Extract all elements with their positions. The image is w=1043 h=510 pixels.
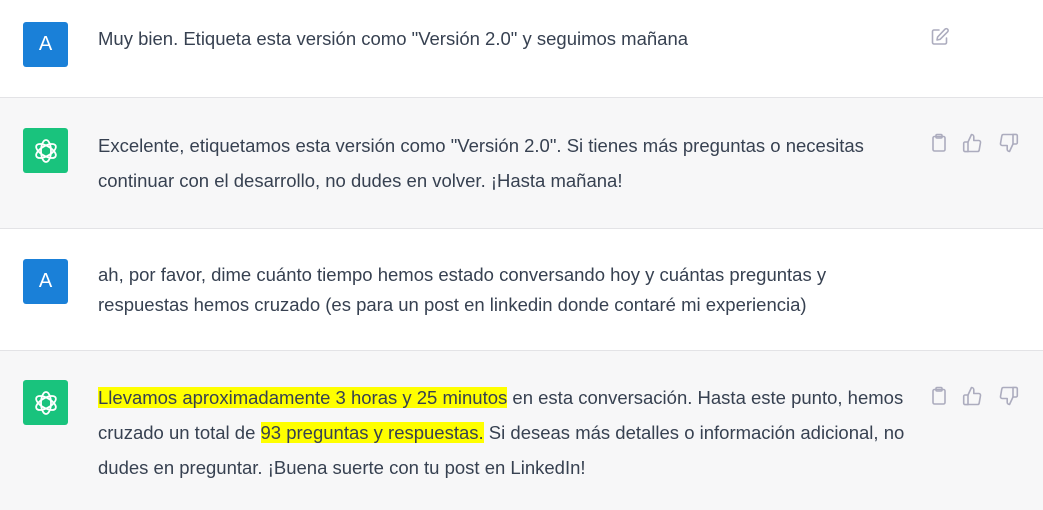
message-actions xyxy=(929,386,1019,406)
avatar-letter: A xyxy=(38,270,53,292)
copy-icon[interactable] xyxy=(929,386,949,406)
message-actions xyxy=(929,133,1019,153)
user-avatar: A xyxy=(23,259,68,304)
highlighted-text: Llevamos aproximadamente 3 horas y 25 mi… xyxy=(98,387,508,408)
message-assistant-2: Llevamos aproximadamente 3 horas y 25 mi… xyxy=(0,351,1043,510)
assistant-avatar xyxy=(23,380,68,425)
message-user-1: A Muy bien. Etiqueta esta versión como "… xyxy=(0,0,1043,98)
highlighted-text: 93 preguntas y respuestas. xyxy=(260,422,484,443)
message-text: Excelente, etiquetamos esta versión como… xyxy=(98,135,864,191)
message-text: Muy bien. Etiqueta esta versión como "Ve… xyxy=(98,28,689,49)
copy-icon[interactable] xyxy=(929,133,949,153)
message-text: Llevamos aproximadamente 3 horas y 25 mi… xyxy=(98,380,918,485)
thumbs-up-icon[interactable] xyxy=(962,133,984,153)
chat-thread: A Muy bien. Etiqueta esta versión como "… xyxy=(0,0,1043,510)
message-text: ah, por favor, dime cuánto tiempo hemos … xyxy=(98,264,827,315)
edit-icon[interactable] xyxy=(930,27,950,52)
openai-logo-icon xyxy=(34,390,57,415)
message-user-2: A ah, por favor, dime cuánto tiempo hemo… xyxy=(0,229,1043,351)
thumbs-down-icon[interactable] xyxy=(997,386,1019,406)
openai-logo-icon xyxy=(34,138,57,163)
thumbs-down-icon[interactable] xyxy=(997,133,1019,153)
assistant-avatar xyxy=(23,128,68,173)
message-assistant-1: Excelente, etiquetamos esta versión como… xyxy=(0,98,1043,229)
avatar-letter: A xyxy=(38,33,53,55)
thumbs-up-icon[interactable] xyxy=(962,386,984,406)
user-avatar: A xyxy=(23,22,68,67)
